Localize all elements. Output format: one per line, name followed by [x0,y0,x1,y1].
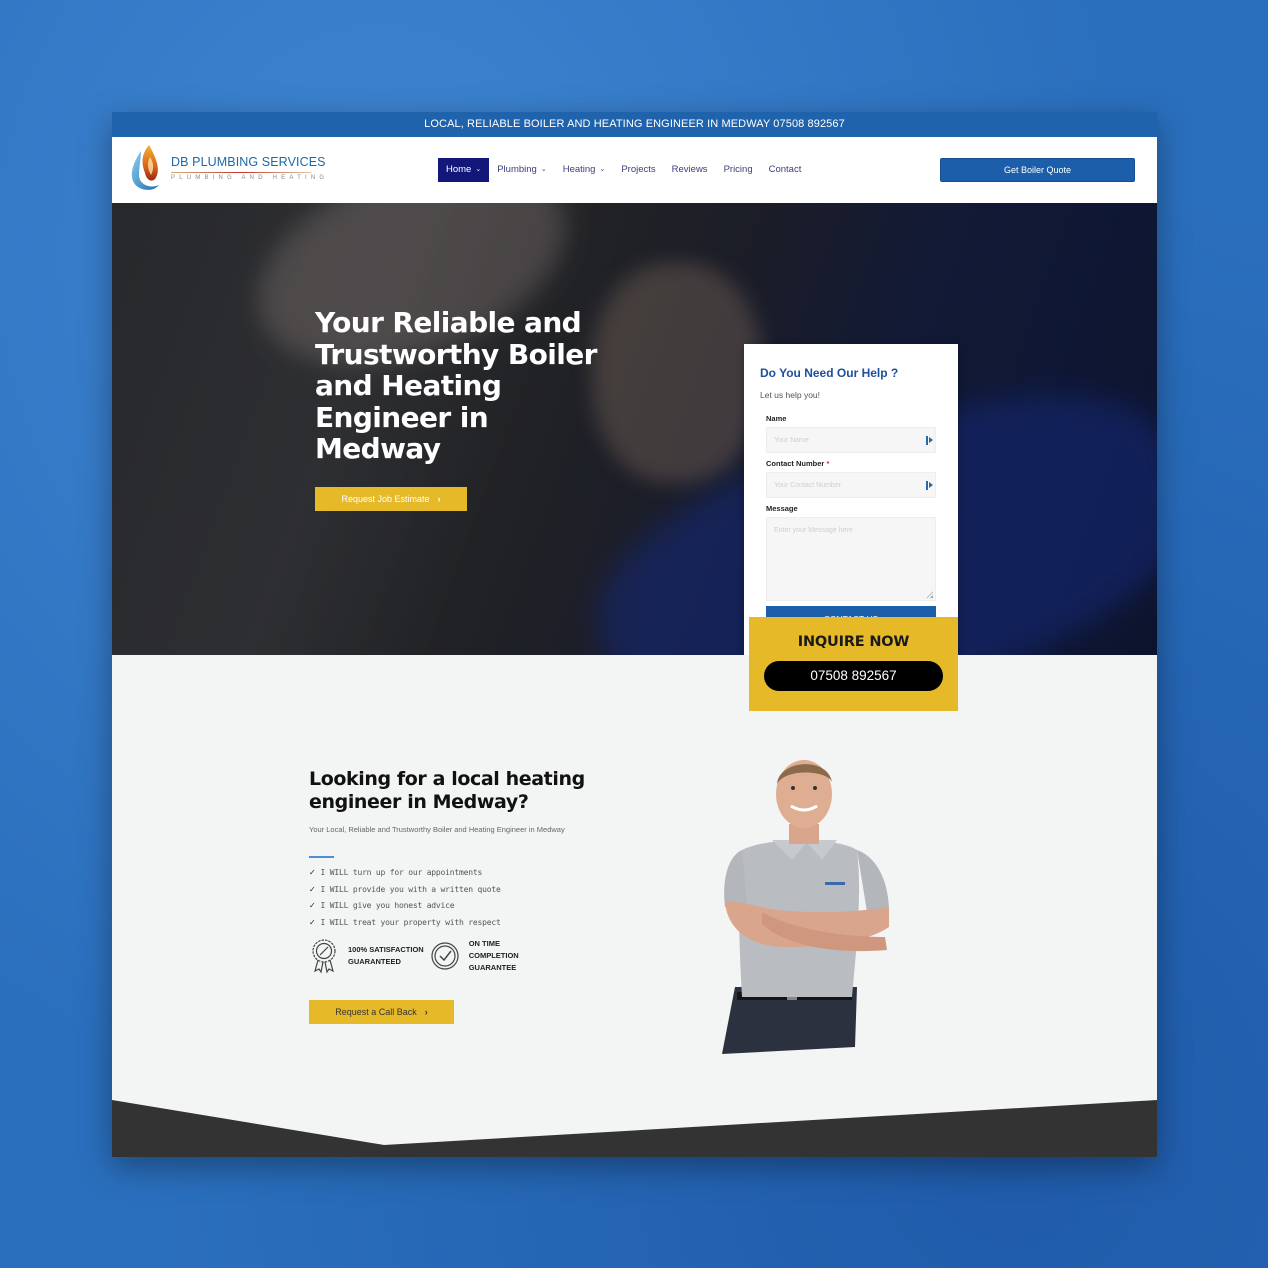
about-subtitle: Your Local, Reliable and Trustworthy Boi… [309,825,565,834]
list-item: ✓ I WILL treat your property with respect [309,918,501,935]
hero-section: Your Reliable and Trustworthy Boiler and… [112,203,1157,655]
guarantee-badges: 100% SATISFACTION GUARANTEED ON TIME COM… [309,938,519,974]
contact-number-input[interactable]: Your Contact Number [766,472,936,498]
nav-label: Reviews [671,164,708,175]
button-label: Request Job Estimate [341,494,430,504]
chevron-down-icon: ⌄ [599,166,606,173]
nav-label: Home [446,164,472,175]
name-input[interactable]: Your Name [766,427,936,453]
flame-droplet-icon [131,145,159,190]
on-time-badge: ON TIME COMPLETION GUARANTEE [430,938,519,974]
badge-line: GUARANTEE [468,963,517,972]
label-text: Contact Number [766,459,825,468]
autofill-icon [926,481,933,490]
check-icon: ✓ [309,901,316,910]
inquire-title: INQUIRE NOW [797,634,910,650]
badge-text: ON TIME COMPLETION GUARANTEE [469,938,519,974]
badge-line: GUARANTEED [348,957,401,966]
hero-title: Your Reliable and Trustworthy Boiler and… [315,306,597,465]
main-nav: Home ⌄ Plumbing ⌄ Heating ⌄ Projects Rev… [438,158,809,182]
footer-divider-shape [112,1100,1157,1157]
list-item: ✓ I WILL give you honest advice [309,901,501,918]
announcement-bar: LOCAL, RELIABLE BOILER AND HEATING ENGIN… [112,112,1157,137]
website-page: LOCAL, RELIABLE BOILER AND HEATING ENGIN… [112,112,1157,1157]
brand-name: DB PLUMBING SERVICES [171,155,326,169]
message-label: Message [766,504,798,513]
contact-form: Do You Need Our Help ? Let us help you! … [744,344,958,655]
about-title: Looking for a local heating engineer in … [309,768,585,813]
form-subtitle: Let us help you! [760,390,821,400]
announcement-text: LOCAL, RELIABLE BOILER AND HEATING ENGIN… [424,118,845,130]
nav-label: Plumbing [497,164,537,175]
get-boiler-quote-button[interactable]: Get Boiler Quote [940,158,1135,182]
nav-label: Heating [562,164,596,175]
nav-item-heating[interactable]: Heating ⌄ [555,158,614,182]
list-item: ✓ I WILL turn up for our appointments [309,868,501,885]
request-call-back-button[interactable]: Request a Call Back › [309,1000,454,1024]
message-textarea[interactable]: Enter your Message here [766,517,936,601]
form-title: Do You Need Our Help ? [760,366,899,380]
promise-checklist: ✓ I WILL turn up for our appointments ✓ I … [309,868,501,934]
name-label: Name [766,414,787,423]
request-job-estimate-button[interactable]: Request Job Estimate › [315,487,467,511]
inquire-now-box: INQUIRE NOW 07508 892567 [749,617,958,711]
chevron-right-icon: › [437,494,441,504]
required-marker: * [826,459,830,468]
list-item-text: I WILL give you honest advice [320,901,455,910]
accent-divider [309,856,334,858]
nav-item-contact[interactable]: Contact [761,158,810,182]
resize-handle-icon[interactable] [926,591,933,598]
site-header: DB PLUMBING SERVICES PLUMBING AND HEATIN… [112,137,1157,203]
chevron-down-icon: ⌄ [475,166,482,173]
button-label: Request a Call Back [335,1007,417,1017]
brand-tagline: PLUMBING AND HEATING [171,175,329,181]
chevron-right-icon: › [424,1007,428,1017]
badge-text: 100% SATISFACTION GUARANTEED [348,944,424,968]
brand-divider [171,172,311,173]
autofill-icon [926,436,933,445]
badge-line: COMPLETION [468,951,519,960]
check-icon: ✓ [309,917,316,927]
name-placeholder: Your Name [774,437,809,444]
list-item: ✓ I WILL provide you with a written quote [309,885,501,902]
nav-label: Projects [621,164,656,175]
list-item-text: I WILL treat your property with respect [320,917,501,927]
check-icon: ✓ [309,868,316,877]
badge-line: 100% SATISFACTION [348,945,424,954]
message-placeholder: Enter your Message here [774,527,853,534]
nav-item-projects[interactable]: Projects [613,158,663,182]
nav-item-pricing[interactable]: Pricing [716,158,761,182]
brand-logo[interactable]: DB PLUMBING SERVICES PLUMBING AND HEATIN… [129,143,328,193]
nav-label: Contact [768,164,802,175]
chevron-down-icon: ⌄ [540,166,547,173]
nav-label: Pricing [723,164,753,175]
satisfaction-badge: 100% SATISFACTION GUARANTEED [309,938,424,974]
nav-item-plumbing[interactable]: Plumbing ⌄ [489,158,554,182]
hero-background-image [592,263,762,483]
award-rosette-icon [312,939,336,974]
nav-item-reviews[interactable]: Reviews [664,158,716,182]
list-item-text: I WILL provide you with a written quote [320,884,501,894]
phone-number-button[interactable]: 07508 892567 [764,661,943,691]
engineer-portrait-image [722,760,889,1054]
badge-line: ON TIME [468,939,500,948]
nav-item-home[interactable]: Home ⌄ [438,158,490,182]
check-circle-icon [431,942,459,970]
check-icon: ✓ [309,884,316,894]
list-item-text: I WILL turn up for our appointments [320,868,483,877]
contact-number-label: Contact Number * [766,459,942,468]
contact-placeholder: Your Contact Number [774,482,842,489]
